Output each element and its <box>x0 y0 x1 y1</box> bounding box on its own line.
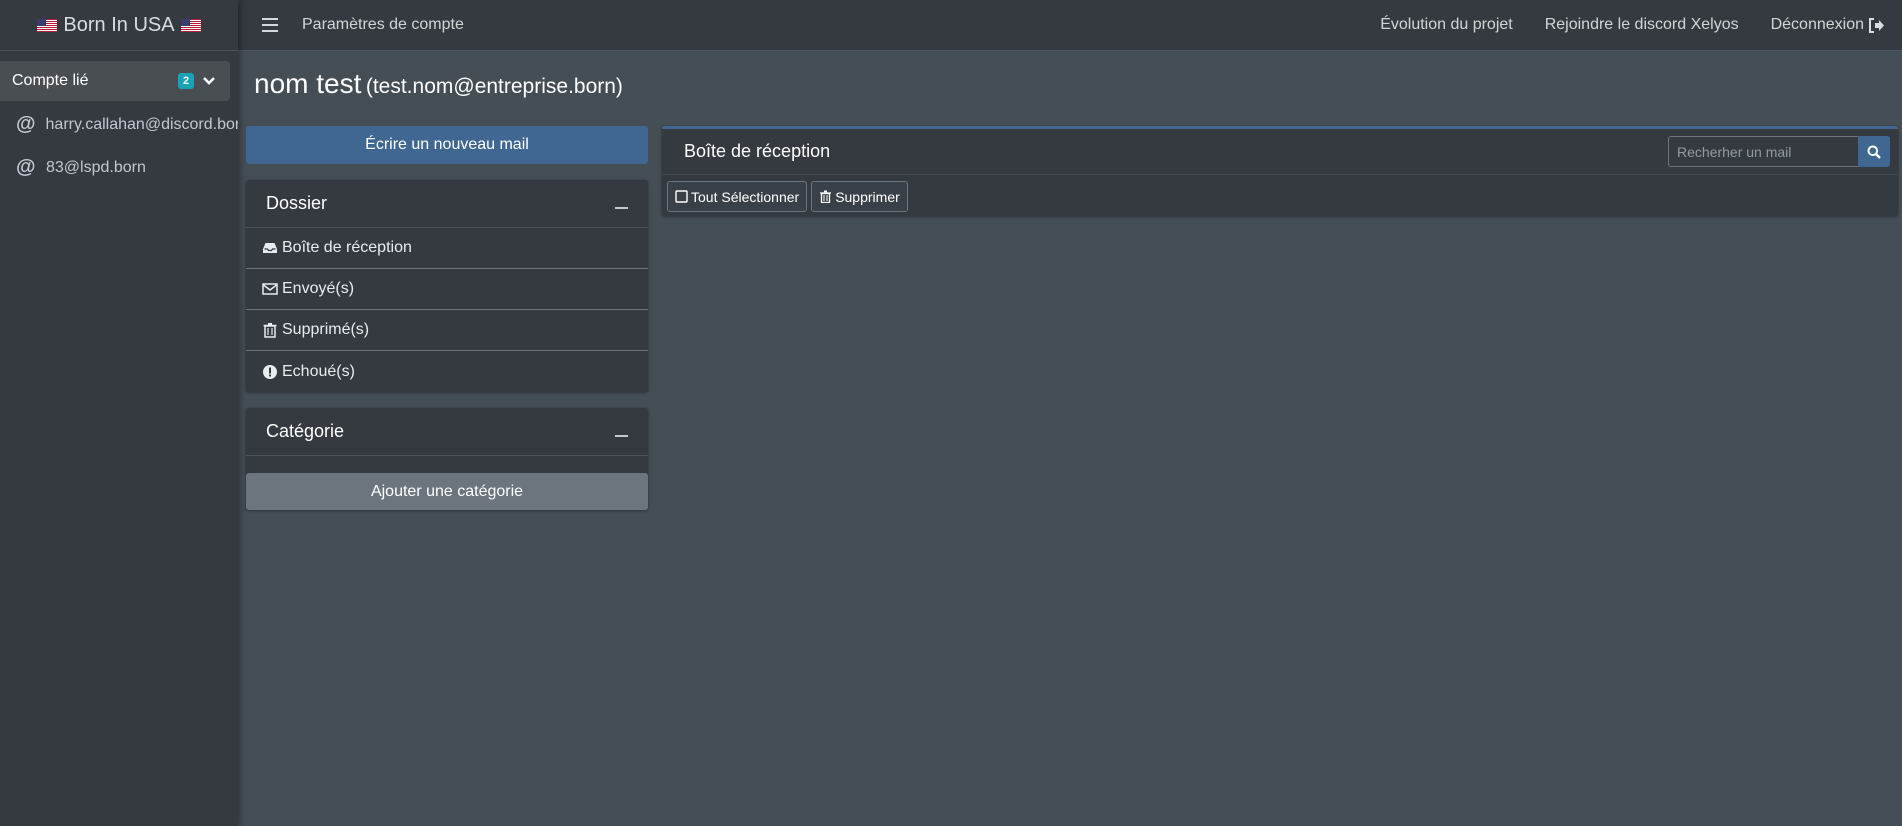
account-email: 83@lspd.born <box>46 158 146 176</box>
inbox-header: Boîte de réception <box>662 129 1898 175</box>
nav-account-settings[interactable]: Paramètres de compte <box>302 16 464 34</box>
linked-count-badge: 2 <box>178 73 194 89</box>
sidebar-account-item[interactable]: @ 83@lspd.born <box>0 146 238 189</box>
linked-accounts-label: Compte lié <box>12 72 89 89</box>
category-card-title: Catégorie <box>266 421 345 441</box>
add-category-button[interactable]: Ajouter une catégorie <box>246 473 648 510</box>
brand-link[interactable]: Born In USA <box>0 0 238 51</box>
sign-out-icon <box>1869 17 1884 33</box>
folder-label: Envoyé(s) <box>282 280 355 297</box>
category-card: Catégorie Ajouter une catégorie <box>246 408 648 510</box>
folder-item-failed[interactable]: Echoué(s) <box>246 351 648 392</box>
envelope-icon <box>262 283 278 295</box>
folder-item-inbox[interactable]: Boîte de réception <box>246 228 648 269</box>
mail-search <box>1668 136 1890 167</box>
inbox-title: Boîte de réception <box>684 141 831 161</box>
compose-button[interactable]: Écrire un nouveau mail <box>246 126 648 164</box>
sidebar: Born In USA Compte lié 2 @ harry.callaha… <box>0 0 238 826</box>
page-title: nom test (test.nom@entreprise.born) <box>254 68 623 100</box>
chevron-down-icon <box>203 77 215 85</box>
exclamation-circle-icon <box>263 364 277 379</box>
category-list <box>246 456 648 473</box>
delete-label: Supprimer <box>835 188 900 205</box>
collapse-minus-icon[interactable] <box>615 434 628 437</box>
search-button[interactable] <box>1858 136 1890 167</box>
checkbox-icon <box>675 190 688 203</box>
account-email: harry.callahan@discord.born <box>45 115 238 133</box>
logout-link[interactable]: Déconnexion <box>1771 16 1884 34</box>
search-icon <box>1867 145 1881 159</box>
us-flag-icon <box>37 18 58 32</box>
select-all-label: Tout Sélectionner <box>691 188 800 205</box>
user-email: (test.nom@entreprise.born) <box>365 75 623 98</box>
menu-icon[interactable] <box>262 18 278 32</box>
folder-item-sent[interactable]: Envoyé(s) <box>246 269 648 310</box>
brand-title: Born In USA <box>63 13 175 36</box>
us-flag-icon <box>180 18 201 32</box>
folder-label: Boîte de réception <box>282 239 412 256</box>
trash-icon <box>820 190 832 203</box>
at-icon: @ <box>16 113 36 135</box>
folder-label: Echoué(s) <box>282 362 355 380</box>
select-all-button[interactable]: Tout Sélectionner <box>667 181 808 212</box>
collapse-minus-icon[interactable] <box>615 206 628 209</box>
folder-item-deleted[interactable]: Supprimé(s) <box>246 310 648 351</box>
trash-icon <box>263 323 277 338</box>
nav-join-discord[interactable]: Rejoindre le discord Xelyos <box>1545 16 1739 34</box>
logout-label: Déconnexion <box>1770 16 1864 33</box>
sidebar-account-item[interactable]: @ harry.callahan@discord.born <box>0 103 238 146</box>
user-name: nom test <box>254 68 362 99</box>
folder-card-title: Dossier <box>266 193 328 213</box>
search-input[interactable] <box>1668 136 1858 167</box>
delete-button[interactable]: Supprimer <box>811 181 908 212</box>
linked-accounts-toggle[interactable]: Compte lié 2 <box>0 61 230 101</box>
category-card-header: Catégorie <box>246 408 648 456</box>
inbox-icon <box>263 243 277 253</box>
nav-project-evolution[interactable]: Évolution du projet <box>1380 16 1513 34</box>
inbox-panel: Boîte de réception Tout Sélectionner <box>662 126 1898 216</box>
folder-card-header: Dossier <box>246 180 648 228</box>
folder-label: Supprimé(s) <box>282 321 370 338</box>
folder-card: Dossier Boîte de réception Envoyé(s) Sup… <box>246 180 648 392</box>
inbox-toolbar: Tout Sélectionner Supprimer <box>662 175 1898 218</box>
mail-sidebar: Écrire un nouveau mail Dossier Boîte de … <box>246 126 648 510</box>
top-navbar: Paramètres de compte Évolution du projet… <box>238 0 1902 51</box>
at-icon: @ <box>16 156 36 178</box>
